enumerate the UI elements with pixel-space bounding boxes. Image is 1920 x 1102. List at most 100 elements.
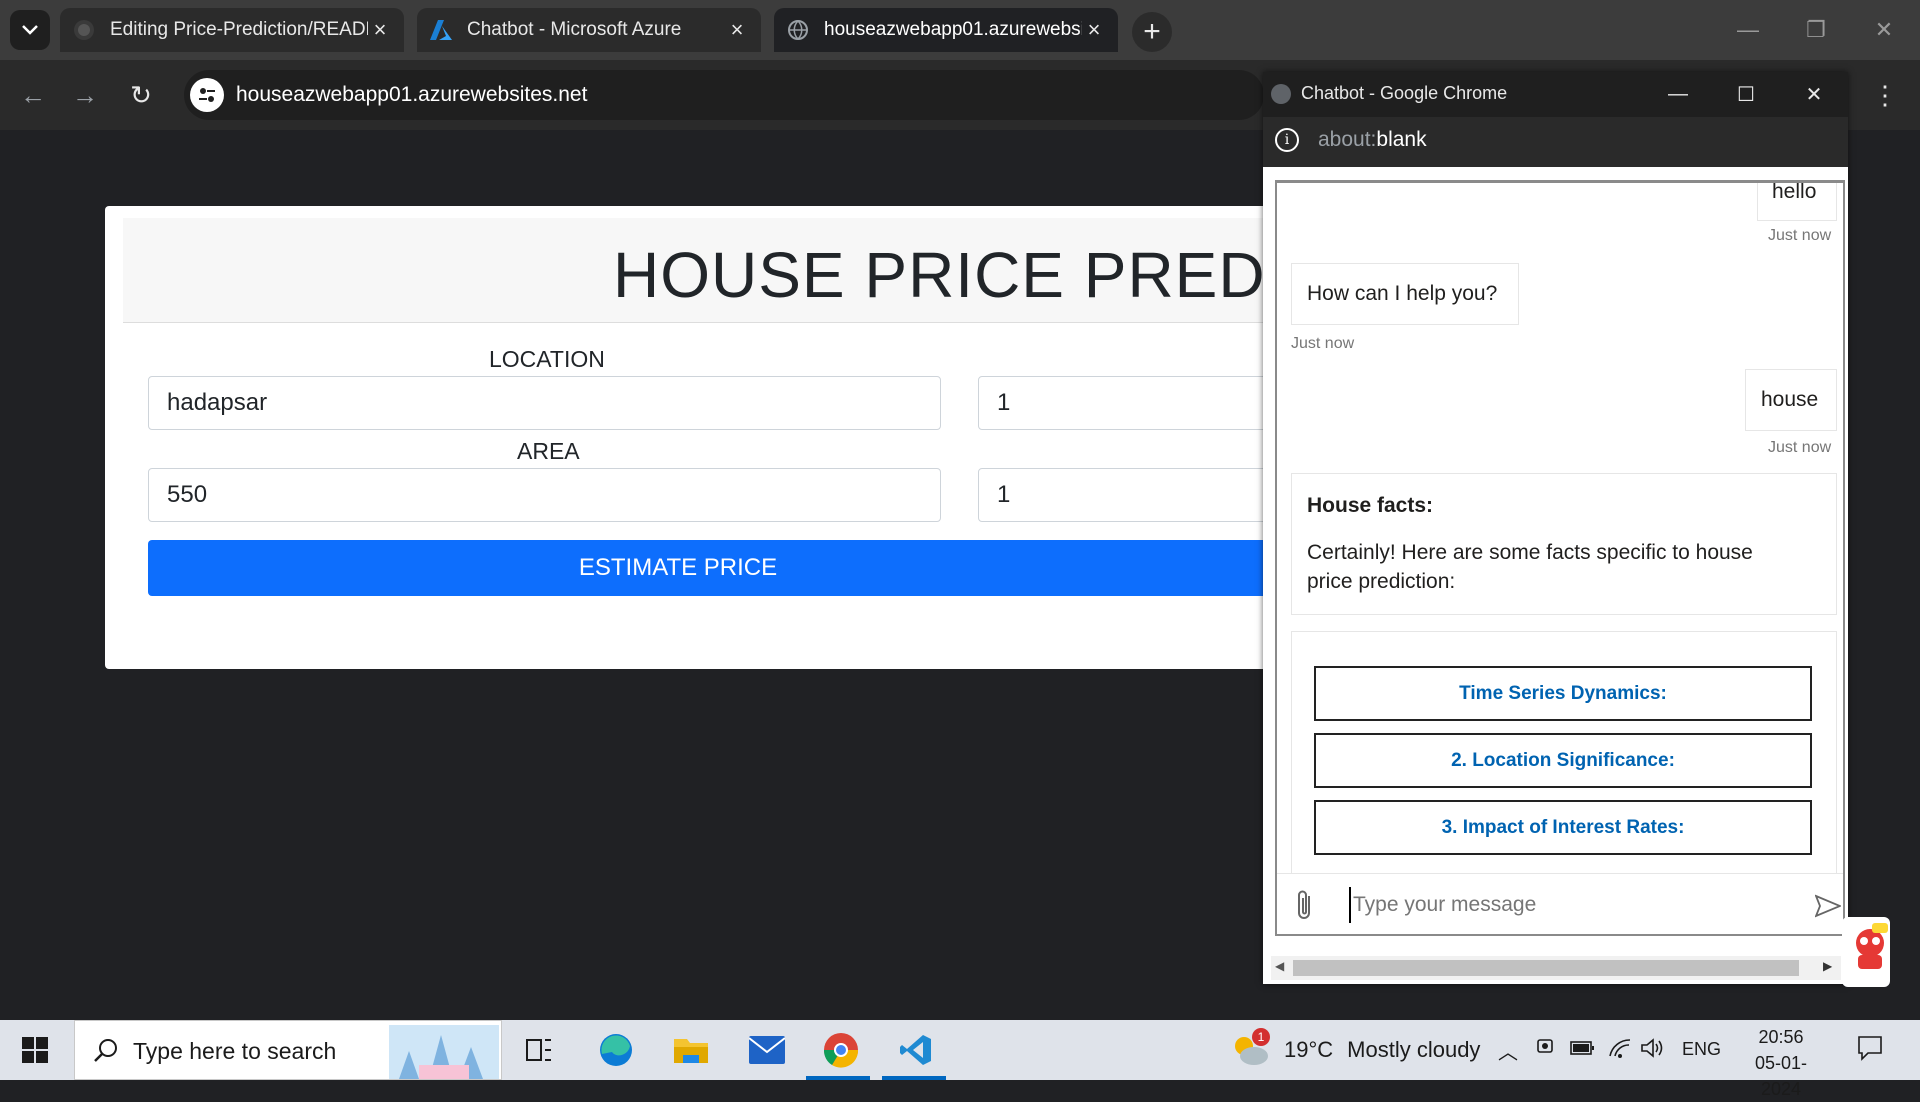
tab-azure-chatbot[interactable]: Chatbot - Microsoft Azure ×	[417, 8, 761, 52]
fact-actions-card: Time Series Dynamics: 2. Location Signif…	[1291, 631, 1837, 891]
github-icon	[72, 18, 96, 42]
weather-badge: 1	[1252, 1028, 1270, 1046]
fact-button-location[interactable]: 2. Location Significance:	[1314, 733, 1812, 788]
chat-composer	[1277, 873, 1843, 934]
back-button[interactable]: ←	[12, 74, 54, 116]
reload-button[interactable]: ↻	[120, 74, 162, 116]
url-text[interactable]: houseazwebapp01.azurewebsites.net	[236, 80, 587, 110]
volume-icon[interactable]	[1640, 1036, 1666, 1065]
close-icon[interactable]: ×	[368, 17, 392, 43]
area-input[interactable]: 550	[148, 468, 941, 522]
site-info-button[interactable]	[190, 78, 224, 112]
popup-titlebar: Chatbot - Google Chrome — ☐ ✕	[1263, 72, 1848, 117]
message-input[interactable]	[1349, 887, 1793, 923]
close-icon[interactable]: ×	[725, 17, 749, 43]
new-tab-button[interactable]: +	[1132, 12, 1172, 52]
task-view-icon	[526, 1039, 551, 1061]
fact-button-interest-rates[interactable]: 3. Impact of Interest Rates:	[1314, 800, 1812, 855]
area-label: AREA	[517, 438, 580, 464]
wifi-icon[interactable]	[1608, 1036, 1632, 1065]
search-placeholder: Type here to search	[133, 1038, 337, 1064]
edge-icon	[600, 1034, 632, 1066]
scrollbar-thumb[interactable]	[1293, 960, 1799, 976]
popup-address-bar: i about:blank	[1263, 117, 1848, 167]
folder-icon	[674, 1039, 708, 1063]
forward-button[interactable]: →	[64, 74, 106, 116]
arrow-right-icon: →	[72, 79, 98, 110]
vscode-taskbar-button[interactable]	[893, 1028, 939, 1072]
start-button[interactable]	[12, 1028, 58, 1072]
close-icon[interactable]: ×	[1082, 17, 1106, 43]
user-message-bubble: hello	[1757, 183, 1837, 221]
taskbar: Type here to search 1 19°C Mostly cloudy…	[0, 1020, 1920, 1099]
popup-close-button[interactable]: ✕	[1780, 72, 1848, 117]
popup-maximize-button[interactable]: ☐	[1712, 72, 1780, 117]
prediction-card: HOUSE PRICE PREDICTIC LOCATION hadapsar …	[105, 206, 1325, 669]
url-path: blank	[1376, 128, 1427, 151]
clock-date: 05-01-2024	[1754, 1053, 1808, 1099]
weather-widget[interactable]: 1 19°C Mostly cloudy	[1230, 1020, 1480, 1080]
edge-taskbar-button[interactable]	[593, 1028, 639, 1072]
chat-transcript[interactable]: hello Just now How can I help you? Just …	[1275, 180, 1845, 936]
mail-taskbar-button[interactable]	[744, 1028, 790, 1072]
minimize-button[interactable]: —	[1714, 0, 1782, 60]
location-input[interactable]: hadapsar	[148, 376, 941, 430]
weather-desc: Mostly cloudy	[1347, 1037, 1481, 1062]
scroll-right-icon[interactable]: ▶	[1823, 959, 1832, 973]
chrome-taskbar-button[interactable]	[818, 1028, 864, 1072]
tab-house-webapp[interactable]: houseazwebapp01.azurewebsit ×	[774, 8, 1118, 52]
windows-icon	[22, 1037, 48, 1063]
language-indicator[interactable]: ENG	[1682, 1039, 1721, 1060]
globe-icon	[1271, 84, 1291, 104]
meet-now-icon[interactable]	[1536, 1036, 1556, 1065]
close-window-button[interactable]: ✕	[1850, 0, 1918, 60]
maximize-icon: ☐	[1737, 84, 1755, 106]
restore-icon: ❐	[1806, 17, 1826, 42]
minimize-icon: —	[1668, 83, 1688, 105]
horizontal-scrollbar[interactable]: ◀ ▶	[1271, 956, 1841, 980]
info-icon[interactable]: i	[1275, 128, 1299, 152]
fact-button-time-series[interactable]: Time Series Dynamics:	[1314, 666, 1812, 721]
facts-heading: House facts:	[1307, 494, 1434, 517]
cloudy-weather-icon: 1	[1230, 1028, 1270, 1070]
chevron-down-icon	[22, 25, 38, 35]
system-clock[interactable]: 20:56 05-01-2024	[1735, 1024, 1827, 1102]
tab-github-readme[interactable]: Editing Price-Prediction/READM ×	[60, 8, 404, 52]
minimize-icon: —	[1737, 17, 1759, 42]
location-label: LOCATION	[489, 346, 605, 372]
notifications-icon[interactable]	[1856, 1034, 1884, 1067]
close-icon: ✕	[1805, 84, 1823, 106]
arrow-left-icon: ←	[20, 79, 46, 110]
popup-minimize-button[interactable]: —	[1644, 72, 1712, 117]
popup-title: Chatbot - Google Chrome	[1301, 83, 1508, 103]
tab-label: Chatbot - Microsoft Azure	[467, 19, 682, 40]
taskbar-search-box[interactable]: Type here to search	[74, 1020, 502, 1080]
estimate-price-label: ESTIMATE PRICE	[578, 554, 778, 581]
clock-time: 20:56	[1758, 1027, 1804, 1047]
tab-search-button[interactable]	[10, 10, 50, 50]
vscode-icon	[900, 1035, 931, 1065]
file-explorer-taskbar-button[interactable]	[668, 1028, 714, 1072]
task-view-button[interactable]	[516, 1028, 562, 1072]
scroll-left-icon[interactable]: ◀	[1275, 959, 1284, 973]
message-timestamp: Just now	[1768, 227, 1832, 244]
active-indicator	[806, 1076, 870, 1080]
weather-temp: 19°C	[1284, 1037, 1334, 1062]
popup-url: about:blank	[1318, 128, 1427, 152]
azure-icon	[429, 18, 453, 42]
bot-message-bubble: How can I help you?	[1291, 263, 1519, 325]
chevron-up-icon[interactable]: ︿	[1498, 1036, 1518, 1065]
user-message-bubble: house	[1745, 369, 1837, 431]
restore-button[interactable]: ❐	[1782, 0, 1850, 60]
card-header: HOUSE PRICE PREDICTIC	[123, 218, 1325, 323]
estimate-price-button[interactable]: ESTIMATE PRICE	[148, 540, 1325, 596]
more-menu-icon[interactable]: ⋮	[1872, 78, 1898, 112]
facts-body: Certainly! Here are some facts specific …	[1307, 541, 1753, 593]
message-timestamp: Just now	[1291, 335, 1355, 352]
chatbot-launcher[interactable]	[1842, 917, 1890, 987]
battery-icon[interactable]	[1570, 1036, 1596, 1065]
tune-icon	[199, 88, 215, 102]
send-icon[interactable]	[1814, 894, 1843, 923]
url-scheme: about:	[1318, 128, 1377, 151]
attachment-icon[interactable]	[1295, 888, 1315, 927]
